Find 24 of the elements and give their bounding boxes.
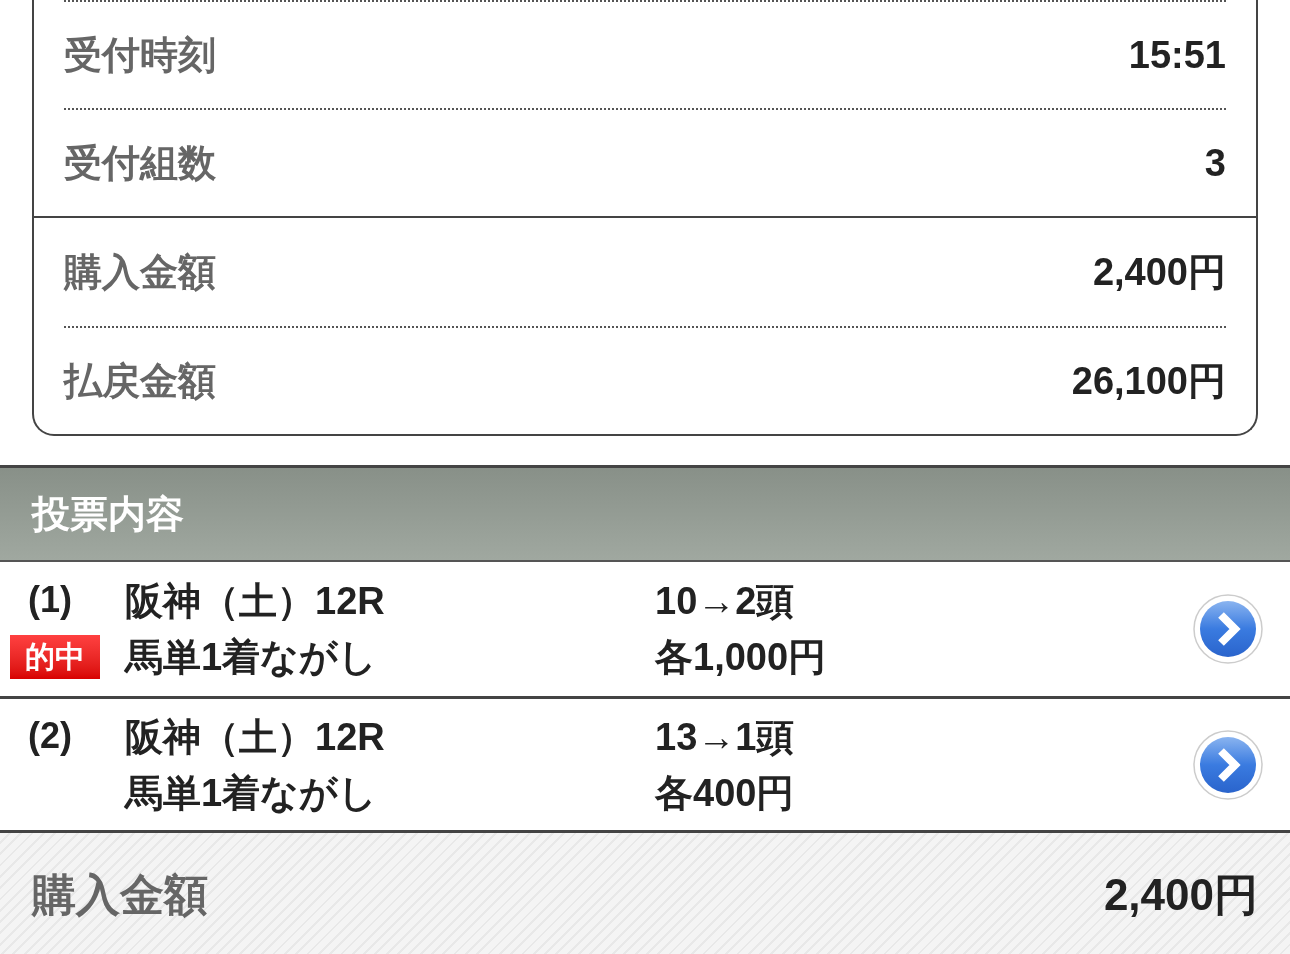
- row-value: 2,400円: [1092, 249, 1226, 295]
- chevron-right-icon[interactable]: [1192, 728, 1264, 801]
- bet-number: (2): [27, 714, 73, 757]
- bet-combination: 13→1頭: [655, 715, 796, 758]
- row-label: 購入金額: [64, 249, 216, 295]
- footer-value: 2,400円: [1103, 868, 1258, 921]
- chevron-right-icon[interactable]: [1192, 593, 1264, 665]
- row-value: 15:51: [1128, 32, 1226, 78]
- race-name: 阪神（土）12R: [125, 580, 386, 622]
- footer-label: 購入金額: [32, 868, 208, 921]
- bet-amount: 各1,000円: [655, 636, 828, 678]
- row-value: 26,100円: [1071, 358, 1226, 404]
- bet-number: (1): [27, 579, 73, 621]
- bet-type: 馬単1着ながし: [125, 636, 379, 678]
- bet-combination: 10→2頭: [655, 580, 796, 622]
- section-title: 投票内容: [32, 491, 184, 537]
- race-name: 阪神（土）12R: [125, 715, 386, 758]
- bet-amount: 各400円: [655, 771, 796, 814]
- row-label: 払戻金額: [64, 358, 216, 404]
- row-label: 受付時刻: [64, 32, 216, 78]
- hit-badge: 的中: [10, 635, 100, 679]
- bet-type: 馬単1着ながし: [125, 771, 379, 814]
- row-label: 受付組数: [64, 140, 216, 186]
- row-value: 3: [1204, 140, 1226, 186]
